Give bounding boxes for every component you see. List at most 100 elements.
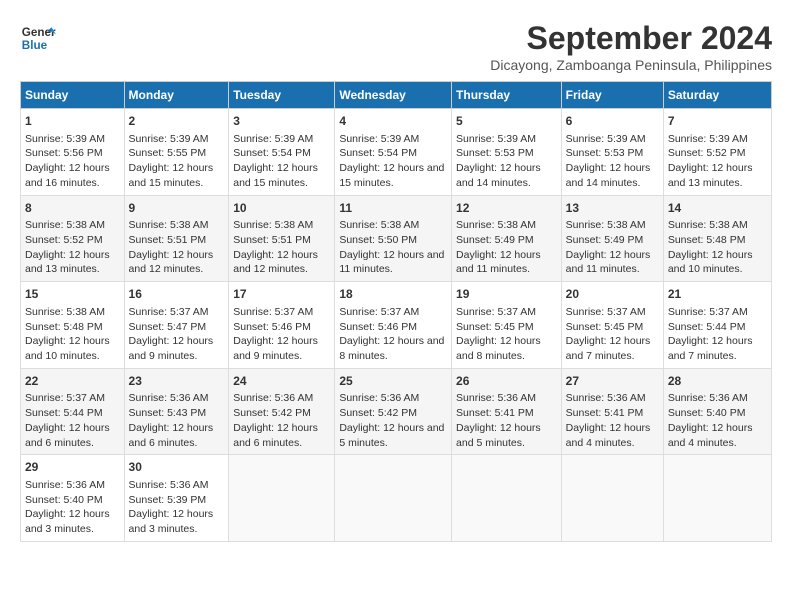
sunset-text: Sunset: 5:53 PM xyxy=(456,147,534,159)
day-number: 16 xyxy=(129,286,225,303)
sunset-text: Sunset: 5:42 PM xyxy=(339,407,417,419)
sunset-text: Sunset: 5:44 PM xyxy=(25,407,103,419)
table-row: 28 Sunrise: 5:36 AM Sunset: 5:40 PM Dayl… xyxy=(663,368,771,455)
logo: General Blue xyxy=(20,20,56,56)
daylight-label: Daylight: 12 hours and 6 minutes. xyxy=(233,422,318,449)
table-row: 11 Sunrise: 5:38 AM Sunset: 5:50 PM Dayl… xyxy=(335,195,452,282)
header-monday: Monday xyxy=(124,82,229,109)
calendar-week-1: 1 Sunrise: 5:39 AM Sunset: 5:56 PM Dayli… xyxy=(21,109,772,196)
sunset-text: Sunset: 5:40 PM xyxy=(668,407,746,419)
sunset-text: Sunset: 5:46 PM xyxy=(339,321,417,333)
day-number: 1 xyxy=(25,113,120,130)
day-number: 6 xyxy=(566,113,659,130)
daylight-label: Daylight: 12 hours and 3 minutes. xyxy=(25,508,110,535)
day-number: 5 xyxy=(456,113,557,130)
sunrise-text: Sunrise: 5:39 AM xyxy=(456,133,536,145)
sunrise-text: Sunrise: 5:37 AM xyxy=(668,306,748,318)
sunset-text: Sunset: 5:42 PM xyxy=(233,407,311,419)
svg-text:Blue: Blue xyxy=(22,39,48,52)
table-row: 21 Sunrise: 5:37 AM Sunset: 5:44 PM Dayl… xyxy=(663,282,771,369)
day-number: 4 xyxy=(339,113,447,130)
daylight-label: Daylight: 12 hours and 15 minutes. xyxy=(339,162,444,189)
sunrise-text: Sunrise: 5:36 AM xyxy=(566,392,646,404)
table-row: 23 Sunrise: 5:36 AM Sunset: 5:43 PM Dayl… xyxy=(124,368,229,455)
daylight-label: Daylight: 12 hours and 9 minutes. xyxy=(129,335,214,362)
sunset-text: Sunset: 5:50 PM xyxy=(339,234,417,246)
day-number: 22 xyxy=(25,373,120,390)
sunrise-text: Sunrise: 5:36 AM xyxy=(456,392,536,404)
sunset-text: Sunset: 5:43 PM xyxy=(129,407,207,419)
table-row: 5 Sunrise: 5:39 AM Sunset: 5:53 PM Dayli… xyxy=(452,109,562,196)
daylight-label: Daylight: 12 hours and 9 minutes. xyxy=(233,335,318,362)
table-row: 14 Sunrise: 5:38 AM Sunset: 5:48 PM Dayl… xyxy=(663,195,771,282)
daylight-label: Daylight: 12 hours and 14 minutes. xyxy=(566,162,651,189)
day-number: 10 xyxy=(233,200,330,217)
title-section: September 2024 Dicayong, Zamboanga Penin… xyxy=(490,20,772,73)
table-row: 4 Sunrise: 5:39 AM Sunset: 5:54 PM Dayli… xyxy=(335,109,452,196)
sunrise-text: Sunrise: 5:37 AM xyxy=(233,306,313,318)
day-number: 28 xyxy=(668,373,767,390)
day-number: 12 xyxy=(456,200,557,217)
daylight-label: Daylight: 12 hours and 7 minutes. xyxy=(668,335,753,362)
page-title: September 2024 xyxy=(490,20,772,57)
day-number: 27 xyxy=(566,373,659,390)
header-wednesday: Wednesday xyxy=(335,82,452,109)
sunset-text: Sunset: 5:49 PM xyxy=(566,234,644,246)
page-header: General Blue September 2024 Dicayong, Za… xyxy=(20,20,772,73)
sunrise-text: Sunrise: 5:36 AM xyxy=(129,479,209,491)
day-number: 30 xyxy=(129,459,225,476)
sunset-text: Sunset: 5:51 PM xyxy=(233,234,311,246)
table-row: 1 Sunrise: 5:39 AM Sunset: 5:56 PM Dayli… xyxy=(21,109,125,196)
table-row xyxy=(561,455,663,542)
sunrise-text: Sunrise: 5:39 AM xyxy=(25,133,105,145)
day-number: 3 xyxy=(233,113,330,130)
sunrise-text: Sunrise: 5:37 AM xyxy=(566,306,646,318)
sunset-text: Sunset: 5:52 PM xyxy=(668,147,746,159)
sunset-text: Sunset: 5:54 PM xyxy=(339,147,417,159)
daylight-label: Daylight: 12 hours and 8 minutes. xyxy=(456,335,541,362)
sunrise-text: Sunrise: 5:36 AM xyxy=(129,392,209,404)
day-number: 25 xyxy=(339,373,447,390)
sunset-text: Sunset: 5:52 PM xyxy=(25,234,103,246)
day-number: 7 xyxy=(668,113,767,130)
day-number: 2 xyxy=(129,113,225,130)
day-number: 17 xyxy=(233,286,330,303)
table-row: 9 Sunrise: 5:38 AM Sunset: 5:51 PM Dayli… xyxy=(124,195,229,282)
day-number: 26 xyxy=(456,373,557,390)
daylight-label: Daylight: 12 hours and 3 minutes. xyxy=(129,508,214,535)
sunrise-text: Sunrise: 5:36 AM xyxy=(25,479,105,491)
day-number: 21 xyxy=(668,286,767,303)
calendar-week-2: 8 Sunrise: 5:38 AM Sunset: 5:52 PM Dayli… xyxy=(21,195,772,282)
sunset-text: Sunset: 5:44 PM xyxy=(668,321,746,333)
sunrise-text: Sunrise: 5:38 AM xyxy=(25,306,105,318)
calendar-week-3: 15 Sunrise: 5:38 AM Sunset: 5:48 PM Dayl… xyxy=(21,282,772,369)
header-thursday: Thursday xyxy=(452,82,562,109)
sunrise-text: Sunrise: 5:39 AM xyxy=(339,133,419,145)
table-row: 10 Sunrise: 5:38 AM Sunset: 5:51 PM Dayl… xyxy=(229,195,335,282)
calendar-table: Sunday Monday Tuesday Wednesday Thursday… xyxy=(20,81,772,542)
daylight-label: Daylight: 12 hours and 4 minutes. xyxy=(566,422,651,449)
sunset-text: Sunset: 5:48 PM xyxy=(668,234,746,246)
table-row: 3 Sunrise: 5:39 AM Sunset: 5:54 PM Dayli… xyxy=(229,109,335,196)
daylight-label: Daylight: 12 hours and 16 minutes. xyxy=(25,162,110,189)
sunset-text: Sunset: 5:55 PM xyxy=(129,147,207,159)
sunrise-text: Sunrise: 5:39 AM xyxy=(668,133,748,145)
daylight-label: Daylight: 12 hours and 6 minutes. xyxy=(129,422,214,449)
table-row: 29 Sunrise: 5:36 AM Sunset: 5:40 PM Dayl… xyxy=(21,455,125,542)
daylight-label: Daylight: 12 hours and 11 minutes. xyxy=(566,249,651,276)
sunset-text: Sunset: 5:47 PM xyxy=(129,321,207,333)
header-tuesday: Tuesday xyxy=(229,82,335,109)
day-number: 19 xyxy=(456,286,557,303)
header-sunday: Sunday xyxy=(21,82,125,109)
table-row: 19 Sunrise: 5:37 AM Sunset: 5:45 PM Dayl… xyxy=(452,282,562,369)
sunset-text: Sunset: 5:40 PM xyxy=(25,494,103,506)
sunset-text: Sunset: 5:53 PM xyxy=(566,147,644,159)
day-number: 13 xyxy=(566,200,659,217)
table-row: 7 Sunrise: 5:39 AM Sunset: 5:52 PM Dayli… xyxy=(663,109,771,196)
sunset-text: Sunset: 5:45 PM xyxy=(566,321,644,333)
sunrise-text: Sunrise: 5:38 AM xyxy=(129,219,209,231)
table-row xyxy=(229,455,335,542)
table-row: 8 Sunrise: 5:38 AM Sunset: 5:52 PM Dayli… xyxy=(21,195,125,282)
daylight-label: Daylight: 12 hours and 15 minutes. xyxy=(233,162,318,189)
sunset-text: Sunset: 5:54 PM xyxy=(233,147,311,159)
